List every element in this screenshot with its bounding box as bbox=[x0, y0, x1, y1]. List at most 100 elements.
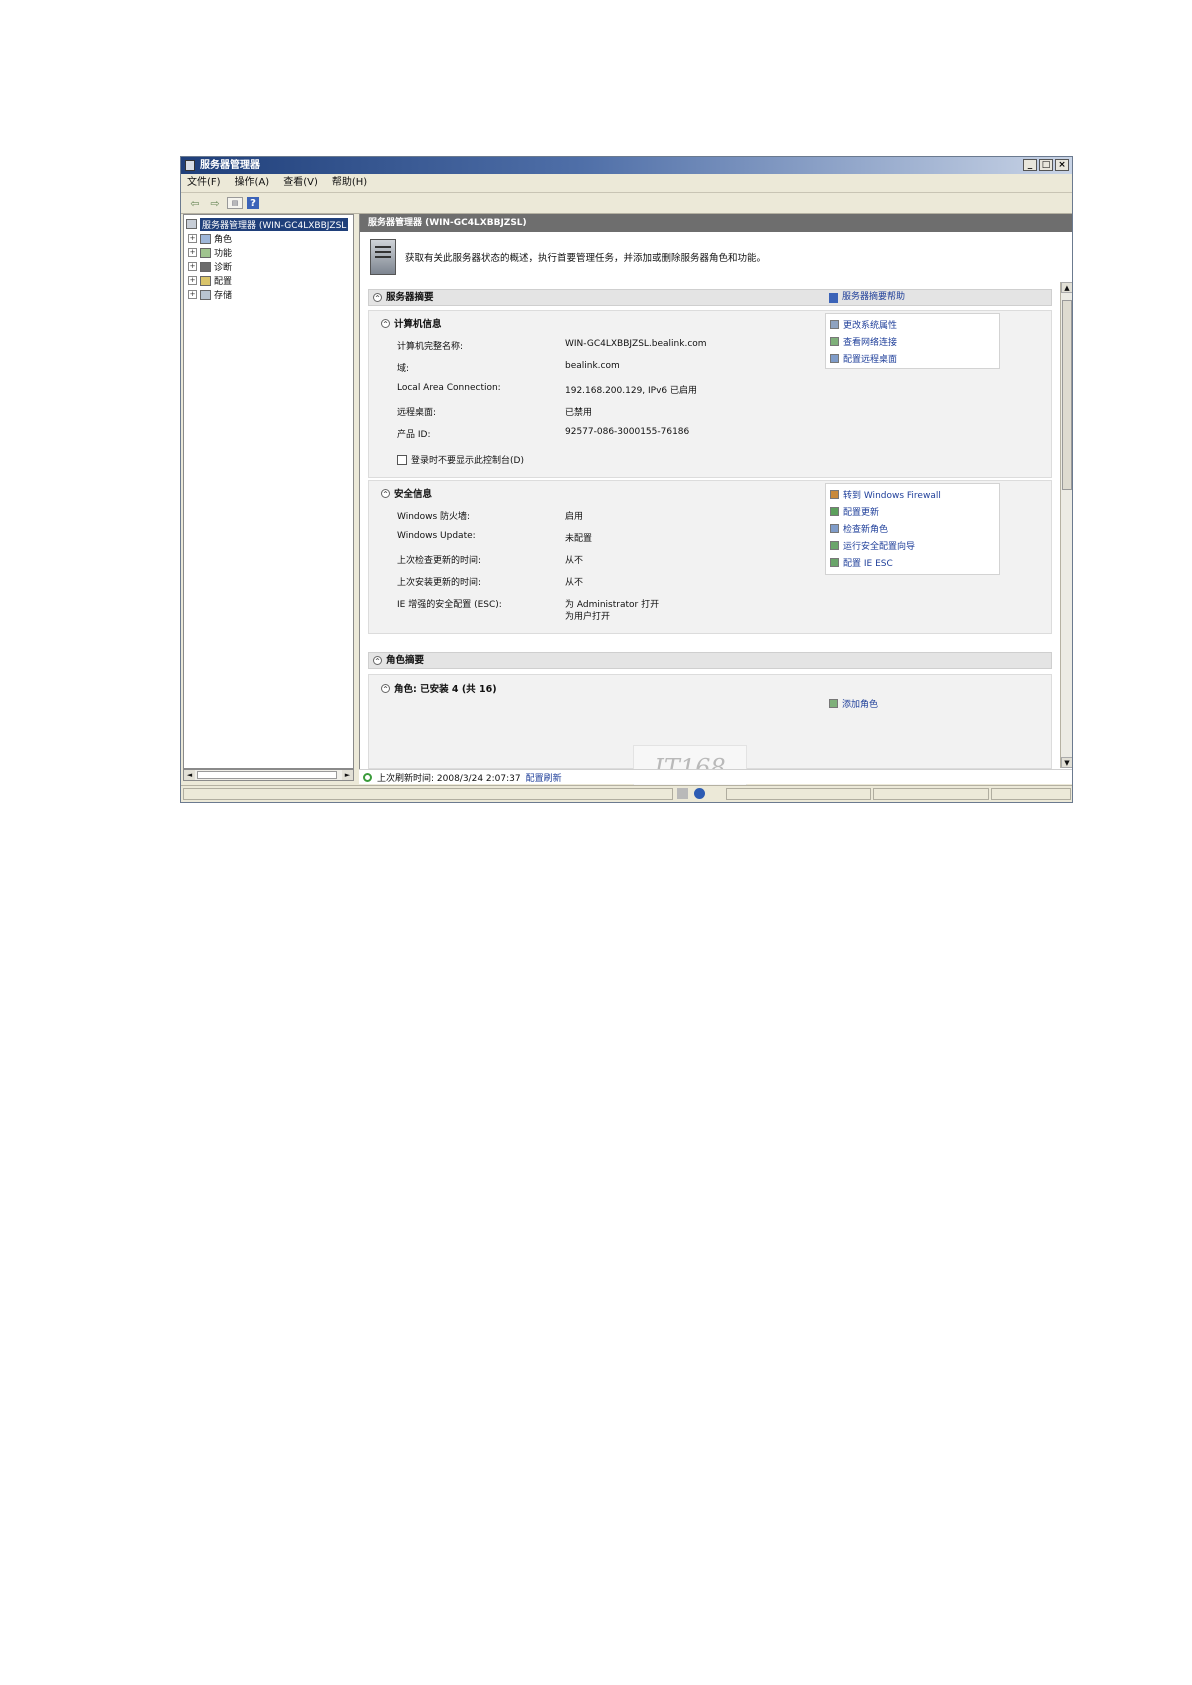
status-icons bbox=[677, 788, 705, 799]
expand-icon[interactable]: + bbox=[188, 248, 197, 257]
network-icon bbox=[830, 337, 839, 346]
computer-info-links: 更改系统属性 查看网络连接 配置远程桌面 bbox=[825, 313, 1000, 369]
field-value: 为用户打开 bbox=[565, 612, 611, 622]
field-value: 192.168.200.129, IPv6 已启用 bbox=[565, 386, 698, 396]
tree-item-configuration[interactable]: + 配置 bbox=[188, 274, 232, 287]
diagnostics-icon bbox=[200, 261, 211, 272]
tree-item-label: 诊断 bbox=[214, 263, 233, 273]
properties-icon[interactable]: ▤ bbox=[227, 197, 243, 209]
configure-refresh-link[interactable]: 配置刷新 bbox=[526, 771, 562, 784]
features-icon bbox=[200, 247, 211, 258]
subsection-title-text: 安全信息 bbox=[394, 489, 433, 500]
field-label: 上次安装更新的时间: bbox=[397, 578, 482, 588]
maximize-button[interactable]: □ bbox=[1039, 159, 1053, 171]
configuration-icon bbox=[200, 275, 211, 286]
configure-updates-link[interactable]: 配置更新 bbox=[830, 505, 879, 518]
tree-item-roles[interactable]: + 角色 bbox=[188, 232, 232, 245]
security-info-panel: ^ 安全信息 Windows 防火墙: 启用 Windows Update: 未… bbox=[368, 480, 1052, 634]
scroll-thumb[interactable] bbox=[197, 771, 337, 779]
scroll-right-icon[interactable]: ► bbox=[342, 770, 353, 780]
roles-summary-bar[interactable]: ^ 角色摘要 bbox=[368, 652, 1052, 669]
link-text[interactable]: 配置远程桌面 bbox=[843, 352, 897, 365]
tree-item-label: 角色 bbox=[214, 235, 233, 245]
add-roles-link[interactable]: 添加角色 bbox=[829, 697, 878, 710]
expand-icon[interactable]: + bbox=[188, 262, 197, 271]
checkbox[interactable] bbox=[397, 454, 407, 465]
expand-icon[interactable]: + bbox=[188, 290, 197, 299]
help-circle-icon[interactable] bbox=[694, 788, 705, 799]
configure-ie-esc-link[interactable]: 配置 IE ESC bbox=[830, 556, 893, 569]
navigation-tree: 服务器管理器 (WIN-GC4LXBBJZSL + 角色 + 功能 + 诊断 +… bbox=[183, 214, 354, 769]
collapse-icon[interactable]: ^ bbox=[381, 318, 390, 328]
server-summary-bar[interactable]: ^ 服务器摘要 服务器摘要帮助 bbox=[368, 289, 1052, 306]
field-label: Windows 防火墙: bbox=[397, 512, 471, 522]
subsection-title-text: 角色: 已安装 4 (共 16) bbox=[394, 684, 497, 695]
check-new-roles-link[interactable]: 检查新角色 bbox=[830, 522, 888, 535]
refresh-icon[interactable] bbox=[363, 772, 372, 782]
update-icon bbox=[830, 507, 839, 516]
scroll-thumb[interactable] bbox=[1062, 300, 1072, 490]
expand-icon[interactable]: + bbox=[188, 276, 197, 285]
tree-item-features[interactable]: + 功能 bbox=[188, 246, 232, 259]
back-arrow-icon[interactable]: ⇦ bbox=[187, 196, 203, 210]
link-text[interactable]: 配置 IE ESC bbox=[843, 556, 893, 569]
link-text[interactable]: 更改系统属性 bbox=[843, 318, 897, 331]
roles-title[interactable]: ^ 角色: 已安装 4 (共 16) bbox=[381, 681, 497, 695]
view-network-connections-link[interactable]: 查看网络连接 bbox=[830, 335, 897, 348]
help-link-text[interactable]: 服务器摘要帮助 bbox=[842, 290, 905, 305]
subsection-title-text: 计算机信息 bbox=[394, 319, 442, 330]
scroll-left-icon[interactable]: ◄ bbox=[184, 770, 195, 780]
field-value: 从不 bbox=[565, 556, 584, 566]
security-config-wizard-link[interactable]: 运行安全配置向导 bbox=[830, 539, 915, 552]
change-system-properties-link[interactable]: 更改系统属性 bbox=[830, 318, 897, 331]
tree-item-storage[interactable]: + 存储 bbox=[188, 288, 232, 301]
link-text[interactable]: 运行安全配置向导 bbox=[843, 539, 915, 552]
roles-summary-title[interactable]: ^ 角色摘要 bbox=[373, 653, 424, 668]
forward-arrow-icon[interactable]: ⇨ bbox=[207, 196, 223, 210]
menu-action[interactable]: 操作(A) bbox=[235, 174, 270, 192]
system-properties-icon bbox=[830, 320, 839, 329]
field-label: Local Area Connection: bbox=[397, 383, 501, 393]
field-label: 远程桌面: bbox=[397, 408, 437, 418]
roles-check-icon bbox=[830, 524, 839, 533]
security-info-links: 转到 Windows Firewall 配置更新 检查新角色 运行安全配置向导 … bbox=[825, 483, 1000, 575]
printer-icon bbox=[677, 788, 688, 799]
field-label: 产品 ID: bbox=[397, 430, 431, 440]
collapse-icon[interactable]: ^ bbox=[373, 656, 382, 665]
help-icon[interactable]: ? bbox=[247, 197, 259, 209]
link-text[interactable]: 转到 Windows Firewall bbox=[843, 488, 941, 501]
status-cell-4 bbox=[991, 788, 1071, 800]
content-header: 服务器管理器 (WIN-GC4LXBBJZSL) bbox=[360, 214, 1072, 232]
expand-icon[interactable]: + bbox=[188, 234, 197, 243]
link-text[interactable]: 检查新角色 bbox=[843, 522, 888, 535]
tree-horizontal-scrollbar[interactable]: ◄ ► bbox=[183, 769, 354, 781]
collapse-icon[interactable]: ^ bbox=[373, 293, 382, 302]
server-summary-help-link[interactable]: 服务器摘要帮助 bbox=[829, 290, 905, 305]
menu-help[interactable]: 帮助(H) bbox=[332, 174, 367, 192]
link-text[interactable]: 配置更新 bbox=[843, 505, 879, 518]
close-button[interactable]: × bbox=[1055, 159, 1069, 171]
content-vertical-scrollbar[interactable]: ▲ ▼ bbox=[1060, 282, 1072, 768]
security-info-title[interactable]: ^ 安全信息 bbox=[381, 486, 432, 500]
scroll-up-icon[interactable]: ▲ bbox=[1061, 282, 1072, 293]
link-text[interactable]: 查看网络连接 bbox=[843, 335, 897, 348]
menu-file[interactable]: 文件(F) bbox=[187, 174, 221, 192]
title-bar[interactable]: 服务器管理器 _ □ × bbox=[181, 157, 1072, 174]
add-roles-icon bbox=[829, 699, 838, 708]
server-summary-title[interactable]: ^ 服务器摘要 bbox=[373, 290, 434, 305]
computer-info-title[interactable]: ^ 计算机信息 bbox=[381, 316, 442, 330]
collapse-icon[interactable]: ^ bbox=[381, 683, 390, 693]
go-to-windows-firewall-link[interactable]: 转到 Windows Firewall bbox=[830, 488, 941, 501]
tree-root-server-manager[interactable]: 服务器管理器 (WIN-GC4LXBBJZSL bbox=[186, 217, 349, 231]
dont-show-console-checkbox[interactable]: 登录时不要显示此控制台(D) bbox=[397, 453, 524, 466]
help-book-icon bbox=[829, 292, 838, 303]
configure-remote-desktop-link[interactable]: 配置远程桌面 bbox=[830, 352, 897, 365]
menu-view[interactable]: 查看(V) bbox=[283, 174, 318, 192]
section-title-text: 服务器摘要 bbox=[386, 292, 434, 303]
minimize-button[interactable]: _ bbox=[1023, 159, 1037, 171]
scroll-down-icon[interactable]: ▼ bbox=[1061, 757, 1072, 768]
wizard-icon bbox=[830, 541, 839, 550]
tree-item-diagnostics[interactable]: + 诊断 bbox=[188, 260, 232, 273]
link-text[interactable]: 添加角色 bbox=[842, 697, 878, 710]
collapse-icon[interactable]: ^ bbox=[381, 488, 390, 498]
